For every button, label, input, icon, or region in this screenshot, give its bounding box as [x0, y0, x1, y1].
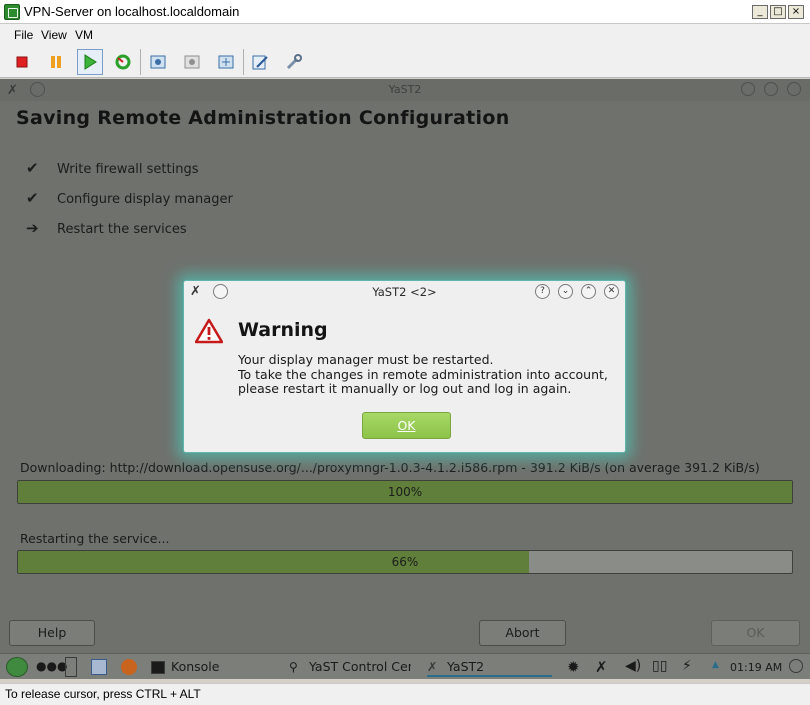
tools-tray-icon[interactable]: ✗	[595, 658, 608, 676]
status-bar: To release cursor, press CTRL + ALT	[0, 683, 810, 705]
help-button[interactable]: Help	[9, 620, 95, 646]
refresh-icon[interactable]	[110, 49, 136, 75]
task-label: Konsole	[171, 659, 220, 674]
step-item: ➔ Restart the services	[26, 219, 187, 237]
host-titlebar: VPN-Server on localhost.localdomain _ □ …	[0, 0, 810, 24]
pager-dots-icon[interactable]: ●●●	[36, 659, 67, 673]
volume-icon[interactable]: ◀)	[625, 658, 641, 674]
taskbar: ●●● Konsole ⚲ YaST Control Cen ✗ YaST2 ✹ ✗…	[0, 653, 810, 679]
dialog-message-line: please restart it manually or log out an…	[238, 381, 572, 396]
desktop-pager-icon[interactable]	[65, 657, 77, 677]
service-progress-text: 66%	[391, 555, 419, 569]
download-progress-bar: 100%	[17, 480, 793, 504]
warning-dialog: ✗ YaST2 <2> ? ⌄ ⌃ ✕ Warning Your display…	[183, 280, 626, 453]
stop-icon[interactable]	[9, 49, 35, 75]
menu-view[interactable]: View	[41, 28, 67, 42]
download-progress-text: 100%	[387, 485, 423, 499]
task-yast-control-center[interactable]: ⚲ YaST Control Cen	[289, 657, 411, 677]
service-label: Restarting the service...	[20, 531, 170, 546]
ok-button[interactable]: OK	[711, 620, 800, 646]
step-item: ✔ Configure display manager	[26, 189, 233, 207]
network-disconnected-icon[interactable]: ⚡	[682, 658, 692, 674]
task-konsole[interactable]: Konsole	[151, 657, 276, 677]
toolbar	[0, 45, 810, 78]
close-button[interactable]: ×	[788, 5, 804, 19]
step-label: Configure display manager	[57, 192, 233, 207]
download-label: Downloading: http://download.opensuse.or…	[20, 460, 760, 475]
dialog-message-line: Your display manager must be restarted.	[238, 352, 494, 367]
close-icon[interactable]: ✕	[604, 284, 619, 299]
pause-icon[interactable]	[43, 49, 69, 75]
task-label: YaST2	[447, 659, 485, 674]
maximize-icon[interactable]	[764, 82, 778, 96]
status-text: To release cursor, press CTRL + ALT	[5, 687, 201, 701]
play-icon[interactable]	[77, 49, 103, 75]
checkmark-icon: ✔	[26, 159, 39, 177]
task-label: YaST Control Cen	[309, 659, 411, 674]
bug-icon[interactable]: ✹	[567, 658, 580, 676]
menu-bar: File View VM	[0, 24, 810, 45]
service-progress-bar: 66%	[17, 550, 793, 574]
konsole-icon	[151, 661, 165, 674]
step-item: ✔ Write firewall settings	[26, 159, 199, 177]
yast-titlebar: ✗ YaST2	[0, 79, 810, 101]
dialog-titlebar: ✗ YaST2 <2> ? ⌄ ⌃ ✕	[184, 281, 625, 303]
menu-vm[interactable]: VM	[75, 28, 93, 42]
minimize-button[interactable]: _	[752, 5, 768, 19]
dialog-ok-button[interactable]: OK	[362, 412, 451, 439]
yast-icon: ✗	[427, 659, 438, 674]
cashew-icon[interactable]	[789, 659, 803, 673]
checkmark-icon: ✔	[26, 189, 39, 207]
help-icon[interactable]: ?	[535, 284, 550, 299]
search-icon: ⚲	[289, 660, 298, 674]
file-manager-icon[interactable]	[91, 659, 107, 675]
snapshot-manager-icon[interactable]	[213, 49, 239, 75]
maximize-icon[interactable]: ⌃	[581, 284, 596, 299]
snapshot-revert-icon[interactable]	[179, 49, 205, 75]
step-label: Restart the services	[57, 222, 187, 237]
edit-settings-icon[interactable]	[247, 49, 273, 75]
task-yast2[interactable]: ✗ YaST2	[427, 657, 552, 677]
dialog-message: Your display manager must be restarted. …	[238, 352, 608, 397]
warning-icon	[194, 318, 224, 348]
arrow-right-icon: ➔	[26, 219, 39, 237]
close-icon[interactable]	[787, 82, 801, 96]
minimize-icon[interactable]: ⌄	[558, 284, 573, 299]
abort-button[interactable]: Abort	[479, 620, 566, 646]
maximize-button[interactable]: □	[770, 5, 786, 19]
tools-icon[interactable]	[281, 49, 307, 75]
window-title: VPN-Server on localhost.localdomain	[24, 4, 240, 19]
tray-expand-icon[interactable]: ▲	[712, 660, 719, 670]
minimize-icon[interactable]	[741, 82, 755, 96]
menu-file[interactable]: File	[14, 28, 33, 42]
page-title: Saving Remote Administration Configurati…	[16, 107, 510, 129]
vsphere-app-icon	[4, 4, 20, 20]
dialog-message-line: To take the changes in remote administra…	[238, 366, 608, 382]
dialog-heading: Warning	[238, 319, 328, 341]
start-menu-icon[interactable]	[6, 657, 28, 677]
step-label: Write firewall settings	[57, 162, 199, 177]
firefox-icon[interactable]	[121, 659, 137, 675]
snapshot-icon[interactable]	[145, 49, 171, 75]
clock: 01:19 AM	[730, 661, 783, 674]
yast-window-title: YaST2	[388, 83, 422, 96]
clipboard-icon[interactable]: ▯▯	[652, 658, 667, 674]
